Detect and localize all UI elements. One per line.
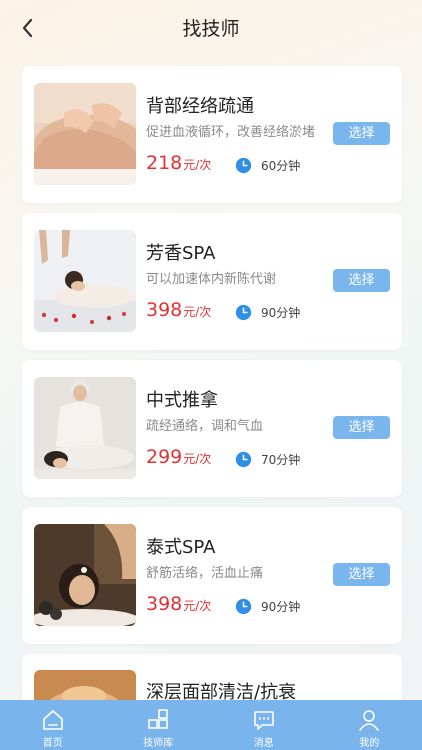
page-title: 找技师 [182, 18, 240, 40]
service-description: 促进血液循环，改善经络淤堵 [146, 125, 316, 140]
bottom-tab-bar: 首页 技师库 消息 我的 [0, 700, 422, 750]
tab-technician-library[interactable]: 技师库 [106, 700, 212, 750]
duration-text: 90分钟 [261, 600, 301, 614]
duration-text: 60分钟 [261, 159, 301, 173]
service-card[interactable]: 芳香SPA 可以加速体内新陈代谢 398元/次 90分钟 选择 [22, 213, 402, 350]
select-button[interactable]: 选择 [333, 563, 390, 586]
service-price: 299元/次 [146, 446, 211, 468]
clock-icon [235, 451, 252, 468]
service-name: 背部经络疏通 [146, 96, 254, 117]
service-name: 中式推拿 [146, 390, 218, 411]
header-bar: 找技师 [0, 0, 422, 56]
grid-icon [148, 709, 169, 729]
price-value: 218 [146, 152, 183, 174]
price-unit: 元/次 [183, 305, 212, 319]
price-unit: 元/次 [183, 452, 212, 466]
price-unit: 元/次 [183, 158, 212, 172]
back-massage-photo [34, 83, 136, 185]
tab-label: 我的 [359, 738, 380, 749]
service-duration: 90分钟 [235, 304, 300, 321]
tab-label: 消息 [253, 738, 274, 749]
service-description: 舒筋活络，活血止痛 [146, 566, 264, 581]
tab-label: 首页 [42, 738, 63, 749]
select-button[interactable]: 选择 [333, 416, 390, 439]
thai-spa-photo [34, 524, 136, 626]
service-duration: 60分钟 [235, 157, 300, 174]
duration-text: 90分钟 [261, 306, 301, 320]
clock-icon [235, 157, 252, 174]
clock-icon [235, 304, 252, 321]
service-name: 芳香SPA [146, 243, 216, 264]
tab-messages[interactable]: 消息 [211, 700, 317, 750]
price-value: 398 [146, 299, 183, 321]
clock-icon [235, 598, 252, 615]
tab-home[interactable]: 首页 [0, 700, 106, 750]
service-price: 398元/次 [146, 593, 211, 615]
service-name: 泰式SPA [146, 537, 216, 558]
message-icon [253, 711, 274, 730]
price-value: 398 [146, 593, 183, 615]
tab-mine[interactable]: 我的 [317, 700, 422, 750]
aroma-spa-photo [34, 230, 136, 332]
service-card[interactable]: 泰式SPA 舒筋活络，活血止痛 398元/次 90分钟 选择 [22, 507, 402, 644]
service-price: 398元/次 [146, 299, 211, 321]
duration-text: 70分钟 [261, 453, 301, 467]
home-icon [42, 710, 63, 730]
price-value: 299 [146, 446, 183, 468]
price-unit: 元/次 [183, 599, 212, 613]
user-icon [359, 710, 380, 731]
service-duration: 70分钟 [235, 451, 300, 468]
service-price: 218元/次 [146, 152, 211, 174]
service-description: 疏经通络，调和气血 [146, 419, 264, 434]
service-duration: 90分钟 [235, 598, 300, 615]
chinese-massage-photo [34, 377, 136, 479]
select-button[interactable]: 选择 [333, 269, 390, 292]
tab-label: 技师库 [143, 738, 174, 749]
service-description: 可以加速体内新陈代谢 [146, 272, 277, 287]
service-card[interactable]: 背部经络疏通 促进血液循环，改善经络淤堵 218元/次 60分钟 选择 [22, 66, 402, 203]
select-button[interactable]: 选择 [333, 122, 390, 145]
service-card[interactable]: 中式推拿 疏经通络，调和气血 299元/次 70分钟 选择 [22, 360, 402, 497]
